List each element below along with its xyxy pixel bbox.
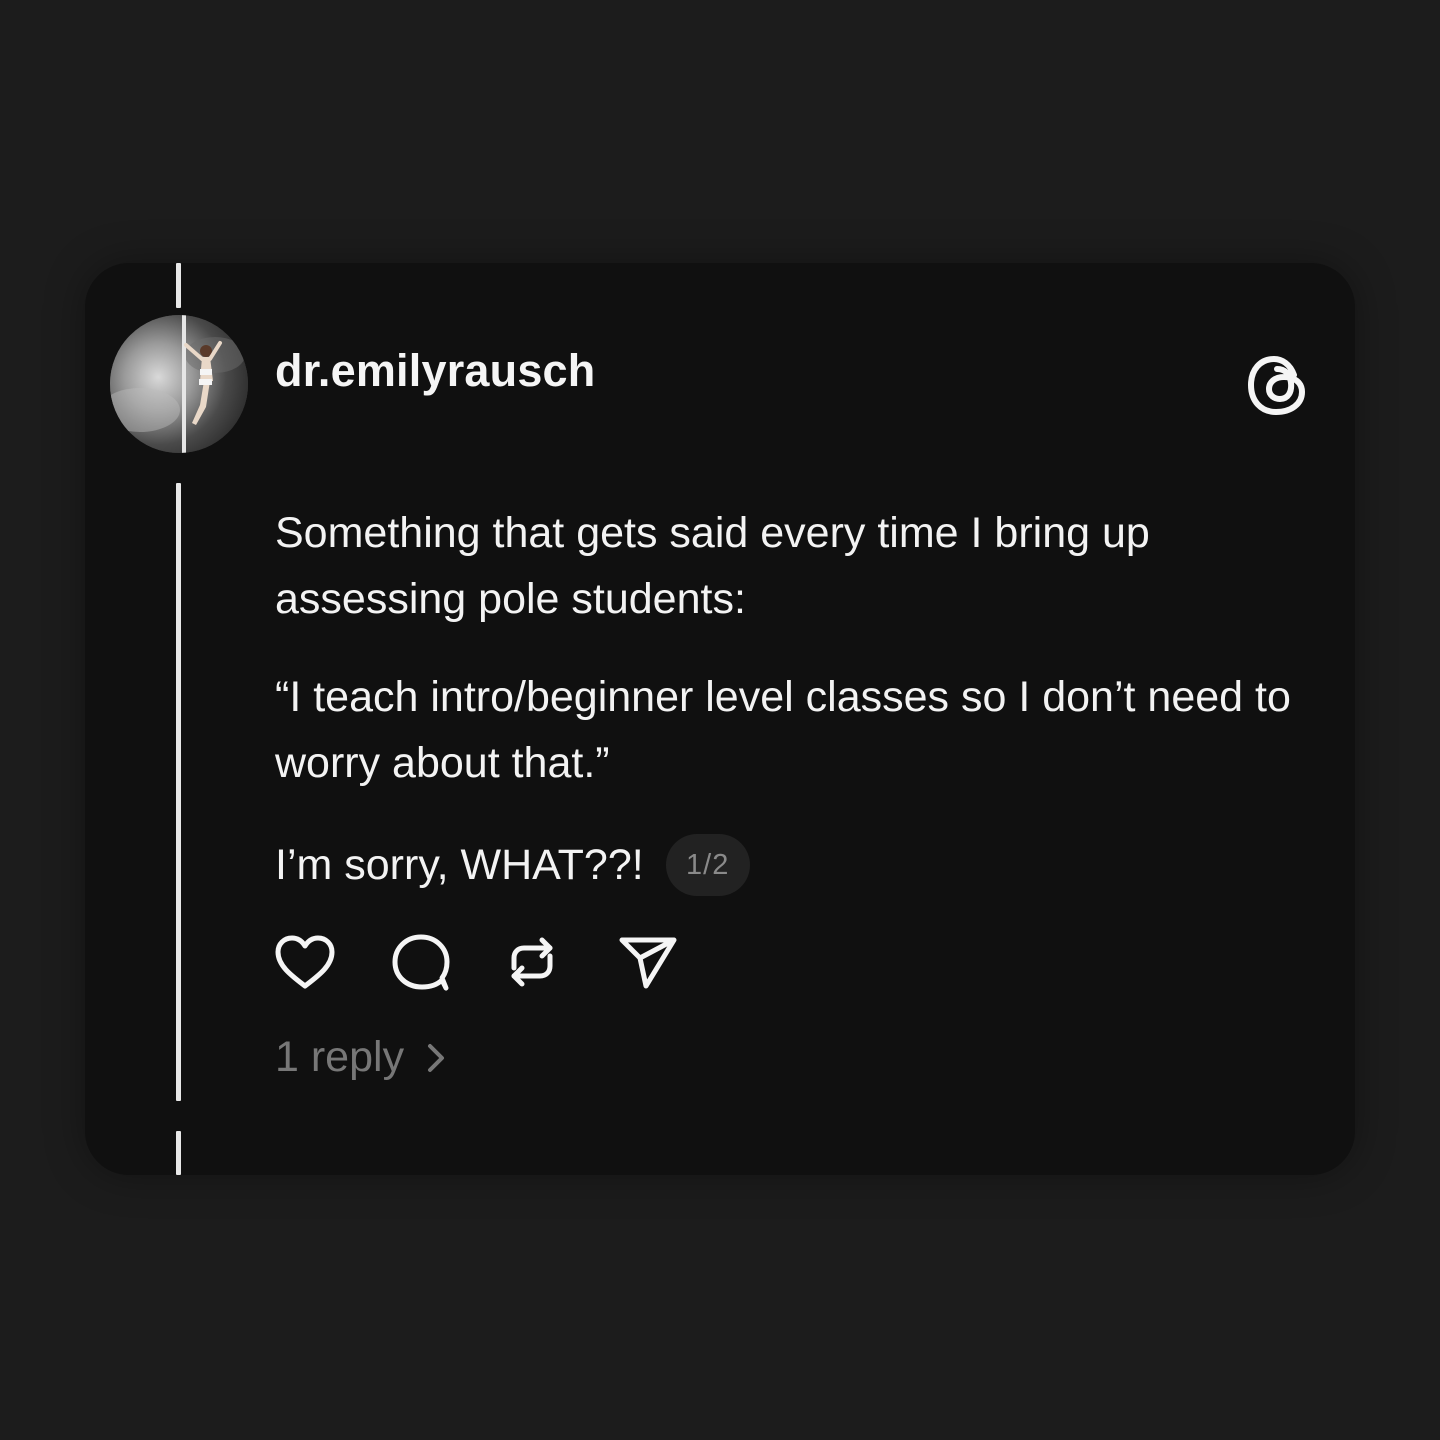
post-paragraph-row: I’m sorry, WHAT??! 1/2	[275, 832, 1305, 898]
reply-button[interactable]	[386, 930, 454, 994]
post-paragraph: “I teach intro/beginner level classes so…	[275, 673, 1291, 787]
avatar-image	[110, 315, 248, 453]
thread-connector-top	[176, 263, 181, 308]
comment-icon	[392, 934, 450, 991]
thread-connector-bottom	[176, 1131, 181, 1175]
share-button[interactable]	[614, 930, 682, 994]
username[interactable]: dr.emilyrausch	[275, 345, 595, 397]
avatar[interactable]	[110, 315, 248, 453]
threads-logo-icon[interactable]	[1244, 350, 1312, 420]
screen: dr.emilyrausch Something that gets said …	[0, 0, 1440, 1440]
post-paragraph: I’m sorry, WHAT??!	[275, 841, 644, 889]
heart-icon	[275, 935, 335, 989]
thread-connector-line	[176, 483, 181, 1101]
repost-icon	[511, 937, 553, 987]
like-button[interactable]	[270, 930, 338, 994]
send-icon	[619, 937, 677, 989]
replies-count-label: 1 reply	[275, 1033, 405, 1081]
repost-button[interactable]	[498, 930, 566, 994]
page-indicator-badge: 1/2	[665, 834, 750, 896]
chevron-right-icon	[428, 1043, 445, 1072]
view-replies-link[interactable]: 1 reply	[275, 1033, 446, 1082]
post-paragraph: Something that gets said every time I br…	[275, 509, 1150, 623]
